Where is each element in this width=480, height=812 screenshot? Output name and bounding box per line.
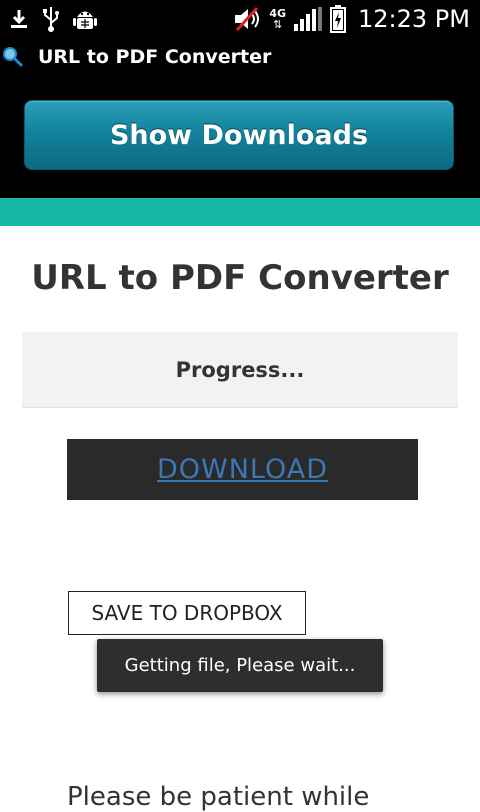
status-bar: 4G ⇅ 12:23 PM bbox=[0, 0, 480, 38]
page-title: URL to PDF Converter bbox=[31, 258, 449, 298]
download-button[interactable]: DOWNLOAD bbox=[67, 439, 418, 500]
download-link[interactable]: DOWNLOAD bbox=[157, 454, 328, 485]
toast-message: Getting file, Please wait... bbox=[97, 639, 383, 692]
usb-icon bbox=[43, 7, 59, 32]
android-debug-icon bbox=[73, 11, 97, 29]
status-time: 12:23 PM bbox=[358, 5, 470, 33]
teal-divider bbox=[0, 198, 480, 226]
progress-panel: Progress... bbox=[22, 332, 458, 408]
save-to-dropbox-button[interactable]: SAVE TO DROPBOX bbox=[68, 591, 306, 635]
data-arrows-icon: ⇅ bbox=[273, 18, 283, 31]
volume-muted-icon bbox=[235, 6, 260, 32]
download-icon bbox=[11, 10, 27, 28]
app-title: URL to PDF Converter bbox=[38, 46, 272, 68]
progress-text: Progress... bbox=[175, 357, 305, 382]
app-header: URL to PDF Converter Show Downloads bbox=[0, 38, 480, 198]
patience-message: Please be patient while bbox=[67, 782, 370, 812]
app-title-row: URL to PDF Converter bbox=[0, 38, 480, 78]
system-icons: 4G ⇅ 12:23 PM bbox=[233, 0, 470, 38]
search-icon bbox=[3, 47, 24, 68]
network-4g-icon: 4G ⇅ bbox=[269, 8, 286, 30]
notification-icons bbox=[8, 6, 98, 32]
show-downloads-button[interactable]: Show Downloads bbox=[24, 100, 454, 170]
signal-icon bbox=[294, 7, 323, 31]
battery-charging-icon bbox=[330, 5, 347, 33]
